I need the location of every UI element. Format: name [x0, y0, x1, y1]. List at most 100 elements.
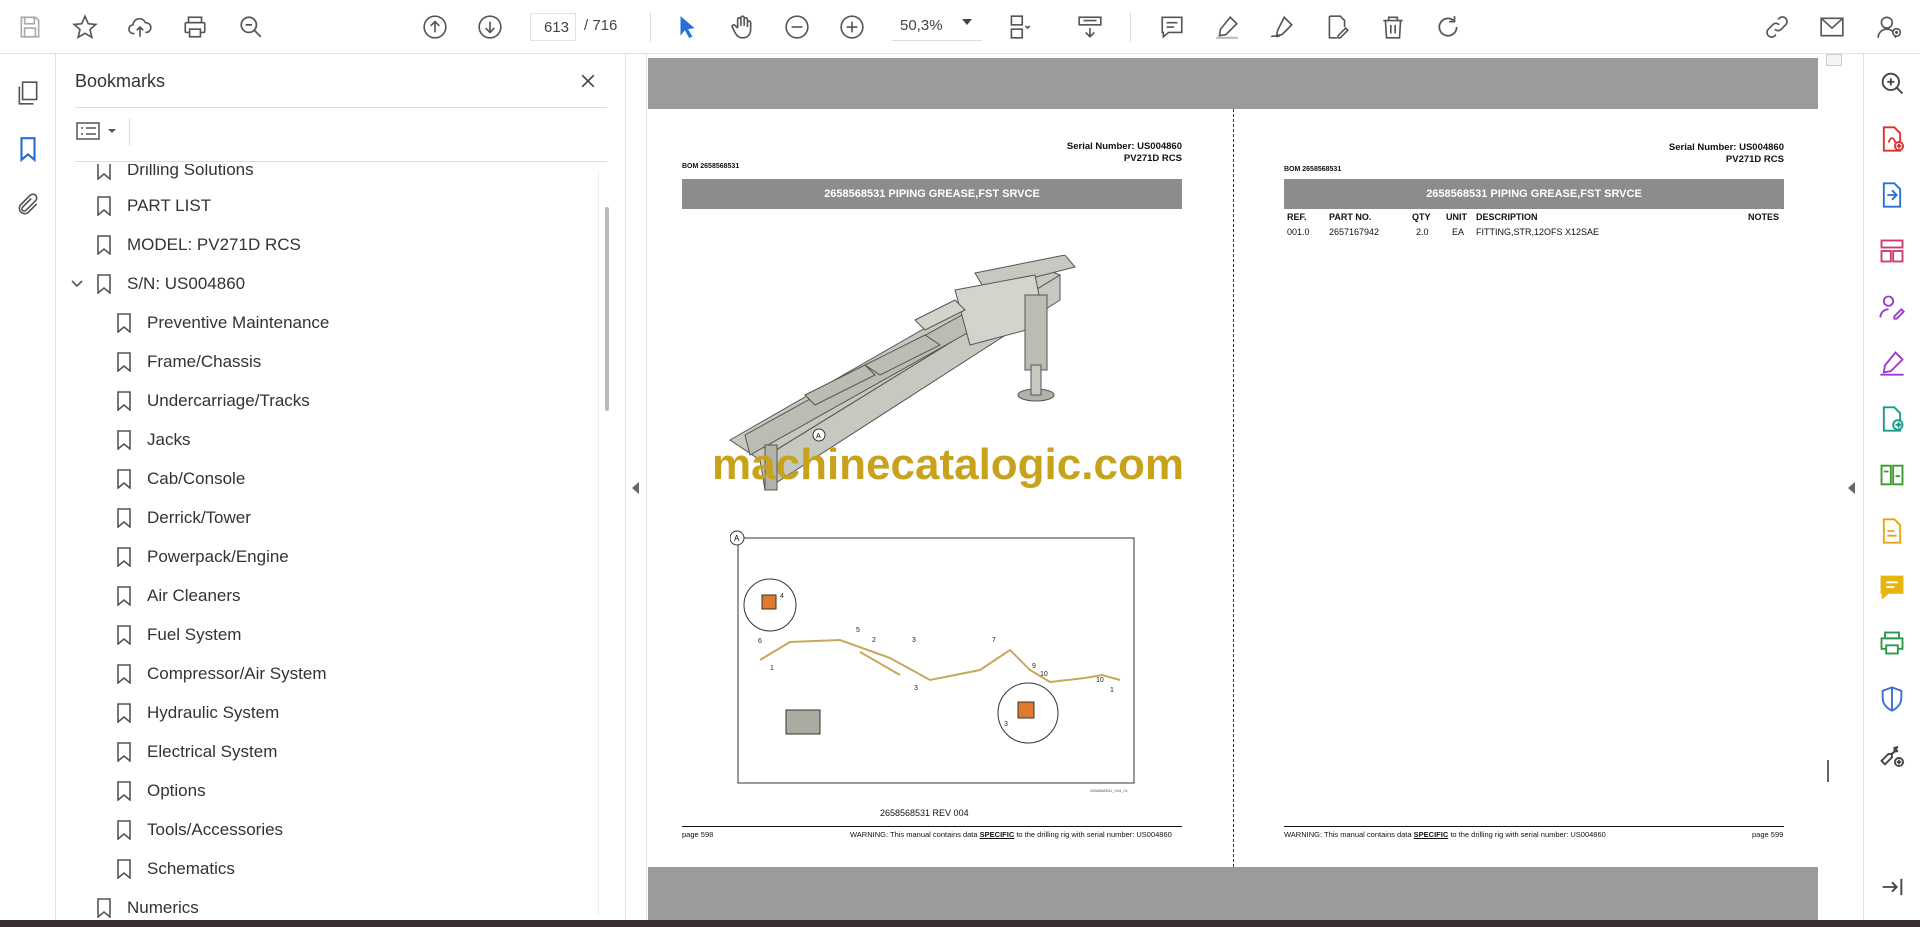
- bookmark-icon: [117, 781, 131, 801]
- edit-pdf-icon[interactable]: [1320, 10, 1354, 44]
- toolbar-divider: [1130, 12, 1131, 42]
- section-banner: 2658568531 PIPING GREASE,FST SRVCE: [1284, 179, 1784, 209]
- hand-icon[interactable]: [725, 10, 759, 44]
- bookmark-item[interactable]: Numerics: [97, 890, 199, 920]
- save-icon[interactable]: [13, 10, 47, 44]
- bookmark-item[interactable]: Fuel System: [117, 617, 241, 653]
- svg-text:2658568531_004_01: 2658568531_004_01: [1090, 788, 1129, 793]
- find-zoom-icon[interactable]: [234, 10, 268, 44]
- bookmark-item[interactable]: MODEL: PV271D RCS: [97, 227, 301, 263]
- zoom-search-icon[interactable]: [1875, 66, 1909, 100]
- bookmark-item[interactable]: Options: [117, 773, 206, 809]
- highlight-icon[interactable]: [1210, 10, 1244, 44]
- zoom-out-icon[interactable]: [780, 10, 814, 44]
- bookmark-options-button[interactable]: [75, 116, 121, 146]
- more-tools-icon[interactable]: [1875, 738, 1909, 772]
- svg-text:4: 4: [780, 593, 784, 600]
- bookmark-item[interactable]: Cab/Console: [117, 461, 245, 497]
- bookmark-item[interactable]: S/N: US004860: [97, 266, 245, 302]
- expand-tools-icon[interactable]: [1848, 482, 1855, 494]
- bookmark-item[interactable]: Powerpack/Engine: [117, 539, 289, 575]
- upload-icon[interactable]: [123, 10, 157, 44]
- print-icon[interactable]: [178, 10, 212, 44]
- bookmark-item[interactable]: Jacks: [117, 422, 190, 458]
- select-cursor-icon[interactable]: [670, 10, 704, 44]
- comment-tool-icon[interactable]: [1875, 570, 1909, 604]
- page-up-icon[interactable]: [418, 10, 452, 44]
- chevron-down-icon[interactable]: [69, 276, 85, 292]
- footer-rule: [682, 826, 1182, 827]
- delete-icon[interactable]: [1376, 10, 1410, 44]
- bookmark-item[interactable]: Preventive Maintenance: [117, 305, 329, 341]
- scroll-up-button[interactable]: [1826, 54, 1842, 66]
- bookmark-item[interactable]: Electrical System: [117, 734, 277, 770]
- column-header-part: PART NO.: [1329, 212, 1372, 222]
- bookmark-item[interactable]: Drilling Solutions: [97, 164, 254, 188]
- bookmark-item[interactable]: Frame/Chassis: [117, 344, 261, 380]
- model-label: PV271D RCS: [1123, 153, 1182, 164]
- share-link-icon[interactable]: [1760, 10, 1794, 44]
- bookmarks-icon[interactable]: [11, 132, 45, 166]
- svg-text:3: 3: [912, 637, 916, 644]
- document-scrollbar[interactable]: [1818, 54, 1836, 920]
- column-header-notes: NOTES: [1748, 212, 1780, 222]
- figure-caption: 2658568531 REV 004: [880, 808, 969, 818]
- export-pdf-icon[interactable]: [1875, 178, 1909, 212]
- bookmark-item[interactable]: Tools/Accessories: [117, 812, 283, 848]
- column-header-unit: UNIT: [1446, 212, 1467, 222]
- attachments-icon[interactable]: [11, 188, 45, 222]
- cell-description: FITTING,STR,12OFS X12SAE: [1476, 227, 1600, 237]
- bookmark-item[interactable]: Schematics: [117, 851, 235, 887]
- bookmark-item[interactable]: Air Cleaners: [117, 578, 241, 614]
- bookmark-icon: [97, 196, 111, 216]
- bookmark-icon: [117, 664, 131, 684]
- collapse-panel-icon[interactable]: [632, 482, 639, 494]
- page-thumbnails-icon[interactable]: [11, 76, 45, 110]
- organize-pages-icon[interactable]: [1875, 234, 1909, 268]
- column-header-description: DESCRIPTION: [1476, 212, 1538, 222]
- star-icon[interactable]: [68, 10, 102, 44]
- print-production-icon[interactable]: [1875, 626, 1909, 660]
- request-signature-icon[interactable]: [1875, 290, 1909, 324]
- edit-document-icon[interactable]: [1875, 514, 1909, 548]
- scroll-mode-icon[interactable]: [1073, 10, 1107, 44]
- compare-files-icon[interactable]: [1875, 458, 1909, 492]
- rotate-icon[interactable]: [1431, 10, 1465, 44]
- bookmarks-scrollbar[interactable]: [605, 207, 609, 411]
- bookmark-label: Drilling Solutions: [127, 164, 254, 179]
- bookmark-label: Options: [147, 781, 206, 800]
- bookmark-label: Hydraulic System: [147, 703, 280, 722]
- cell-qty: 2.0: [1416, 227, 1429, 237]
- page-number-input[interactable]: [530, 13, 576, 41]
- scrollbar-thumb[interactable]: [1827, 760, 1829, 782]
- svg-text:5: 5: [856, 627, 860, 634]
- comment-icon[interactable]: [1155, 10, 1189, 44]
- warning-pre: WARNING: This manual contains data: [1284, 830, 1414, 839]
- collapse-rail-icon[interactable]: [1875, 870, 1909, 904]
- zoom-level-select[interactable]: 50,3%: [892, 13, 982, 41]
- fit-page-icon[interactable]: [1002, 10, 1036, 44]
- bookmark-label: Electrical System: [147, 742, 278, 761]
- bookmark-item[interactable]: Undercarriage/Tracks: [117, 383, 310, 419]
- sign-icon[interactable]: [1265, 10, 1299, 44]
- chevron-down-icon[interactable]: [962, 19, 972, 25]
- protect-icon[interactable]: [1875, 682, 1909, 716]
- bookmark-item[interactable]: PART LIST: [97, 188, 211, 224]
- send-track-icon[interactable]: [1875, 402, 1909, 436]
- page-down-icon[interactable]: [473, 10, 507, 44]
- fill-sign-icon[interactable]: [1875, 346, 1909, 380]
- account-icon[interactable]: [1872, 10, 1906, 44]
- bookmark-item[interactable]: Compressor/Air System: [117, 656, 326, 692]
- bookmark-icon: [117, 625, 131, 645]
- zoom-in-icon[interactable]: [835, 10, 869, 44]
- bookmark-icon: [117, 547, 131, 567]
- bom-label: BOM 2658568531: [682, 163, 740, 170]
- bookmark-item[interactable]: Hydraulic System: [117, 695, 279, 731]
- bookmarks-panel: Bookmarks Drilling Solutions PART LIST M…: [57, 54, 625, 920]
- bookmark-label: Tools/Accessories: [147, 820, 284, 839]
- email-icon[interactable]: [1815, 10, 1849, 44]
- bookmark-item[interactable]: Derrick/Tower: [117, 500, 251, 536]
- close-icon[interactable]: [575, 68, 601, 94]
- create-pdf-icon[interactable]: [1875, 122, 1909, 156]
- column-header-ref: REF.: [1287, 212, 1307, 222]
